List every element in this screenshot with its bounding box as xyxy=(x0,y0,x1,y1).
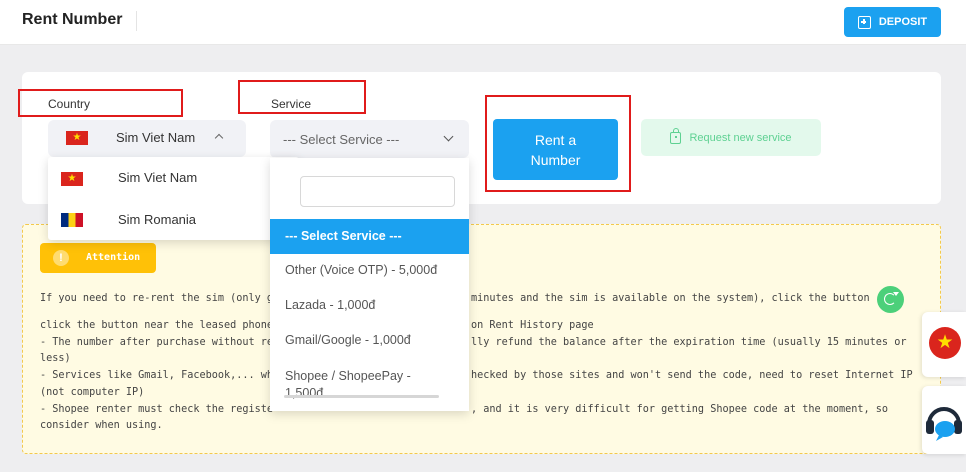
attention-line: (not computer IP) xyxy=(40,387,145,398)
attention-line: consider when using. xyxy=(40,420,163,431)
romania-flag-icon xyxy=(61,213,83,227)
attention-line: lly refund the balance after the expirat… xyxy=(471,337,907,348)
country-label-highlight xyxy=(18,89,183,117)
attention-line: hecked by those sites and won't send the… xyxy=(471,370,913,381)
service-dropdown-menu: --- Select Service --- Other (Voice OTP)… xyxy=(270,158,469,411)
attention-line: click the button near the leased phone xyxy=(40,320,274,331)
rent-number-button[interactable]: Rent a Number xyxy=(493,119,618,180)
request-new-service-label: Request new service xyxy=(689,131,792,144)
dropdown-scrollbar[interactable] xyxy=(284,395,439,398)
vietnam-flag-icon: ★ xyxy=(929,327,961,359)
attention-line: If you need to re-rent the sim (only g xyxy=(40,293,274,304)
service-label-highlight xyxy=(238,80,366,114)
page-title: Rent Number xyxy=(22,11,123,28)
attention-line: - Services like Gmail, Facebook,... wh xyxy=(40,370,274,381)
plus-square-icon xyxy=(857,15,871,29)
service-search-input[interactable] xyxy=(300,176,455,207)
attention-badge: ! Attention xyxy=(40,243,156,273)
attention-line: , and it is very difficult for getting S… xyxy=(471,404,889,415)
support-headset-icon xyxy=(926,407,962,441)
attention-line: less) xyxy=(40,353,71,364)
attention-badge-label: Attention xyxy=(86,252,141,263)
attention-line: - Shopee renter must check the registe xyxy=(40,404,274,415)
service-option[interactable]: Other (Voice OTP) - 5,000đ xyxy=(270,263,469,277)
vietnam-flag-icon xyxy=(66,130,88,146)
attention-line: on Rent History page xyxy=(471,320,594,331)
deposit-button[interactable]: DEPOSIT xyxy=(844,7,941,37)
service-select[interactable]: --- Select Service --- xyxy=(270,120,469,158)
country-dropdown-menu: Sim Viet Nam Sim Romania xyxy=(48,157,299,240)
service-select-value: --- Select Service --- xyxy=(283,132,400,147)
support-button[interactable] xyxy=(922,386,966,454)
service-option[interactable]: --- Select Service --- xyxy=(270,219,469,254)
top-bar: Rent Number DEPOSIT xyxy=(0,0,966,45)
vietnam-flag-icon xyxy=(61,171,83,187)
refresh-icon[interactable] xyxy=(877,286,904,313)
title-divider xyxy=(136,11,137,31)
deposit-label: DEPOSIT xyxy=(878,16,928,28)
chevron-up-icon xyxy=(214,133,224,143)
service-option[interactable]: Gmail/Google - 1,000đ xyxy=(270,333,469,347)
language-button[interactable]: ★ xyxy=(922,312,966,377)
attention-line: - The number after purchase without re xyxy=(40,337,274,348)
country-option-vietnam[interactable]: Sim Viet Nam xyxy=(118,170,197,185)
request-new-service-button[interactable]: Request new service xyxy=(641,119,821,156)
shopping-bag-icon xyxy=(670,127,682,144)
chevron-down-icon xyxy=(443,131,454,142)
country-option-romania[interactable]: Sim Romania xyxy=(118,212,196,227)
attention-line: minutes and the sim is available on the … xyxy=(471,293,870,304)
country-select[interactable]: Sim Viet Nam xyxy=(48,120,246,157)
country-select-value: Sim Viet Nam xyxy=(116,130,196,145)
service-option[interactable]: Lazada - 1,000đ xyxy=(270,298,469,312)
info-icon: ! xyxy=(53,250,69,266)
rent-number-label: Rent a Number xyxy=(530,131,581,168)
